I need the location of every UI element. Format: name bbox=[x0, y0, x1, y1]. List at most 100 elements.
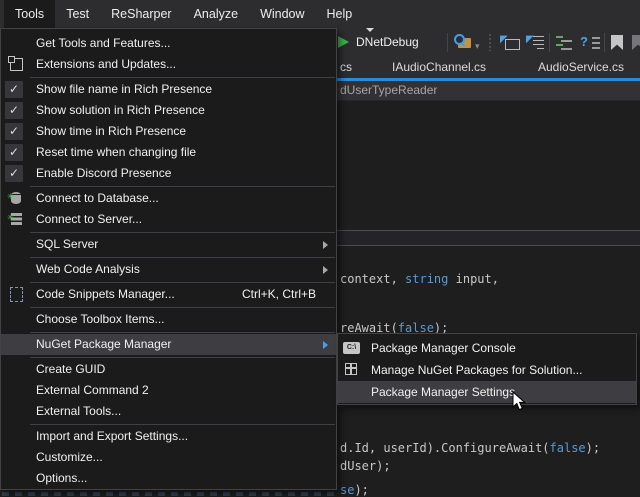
menu-separator bbox=[30, 307, 335, 308]
toolbar-grip[interactable] bbox=[489, 34, 491, 51]
menu-item-label: Connect to Server... bbox=[36, 212, 142, 226]
menu-item-manage-nuget-packages-for-solution[interactable]: Manage NuGet Packages for Solution... bbox=[338, 359, 636, 381]
menu-item-sql-server[interactable]: SQL Server bbox=[1, 234, 336, 255]
menu-item-nuget-package-manager[interactable]: NuGet Package Manager bbox=[1, 334, 336, 355]
package-icon bbox=[345, 363, 357, 375]
menu-item-label: Import and Export Settings... bbox=[36, 429, 188, 443]
menu-item-label: External Command 2 bbox=[36, 383, 149, 397]
code-line: dUser); bbox=[340, 459, 391, 474]
toolbar-separator bbox=[604, 33, 605, 52]
menu-item-label: Enable Discord Presence bbox=[36, 166, 171, 180]
bookmark-next-icon[interactable] bbox=[632, 35, 640, 50]
menu-separator bbox=[30, 257, 335, 258]
visual-studio-window: ToolsTestReSharperAnalyzeWindowHelp DNet… bbox=[0, 0, 640, 497]
database-icon bbox=[11, 192, 21, 204]
tab-audioservice-cs[interactable]: AudioService.cs bbox=[538, 57, 624, 78]
menu-item-external-tools[interactable]: External Tools... bbox=[1, 401, 336, 422]
menu-item-package-manager-settings[interactable]: Package Manager Settings bbox=[338, 381, 636, 403]
menu-item-show-solution-in-rich-presence[interactable]: Show solution in Rich Presence ✓ bbox=[1, 100, 336, 121]
toolbar-separator bbox=[447, 33, 448, 52]
nuget-package-manager-submenu: Package Manager Console Manage NuGet Pac… bbox=[337, 333, 637, 405]
menu-item-label: Get Tools and Features... bbox=[36, 36, 171, 50]
menu-item-extensions-and-updates[interactable]: Extensions and Updates... bbox=[1, 54, 336, 75]
menu-item-shortcut: Ctrl+K, Ctrl+B bbox=[242, 284, 316, 305]
menu-item-label: Create GUID bbox=[36, 362, 105, 376]
menu-item-show-file-name-in-rich-presence[interactable]: Show file name in Rich Presence ✓ bbox=[1, 79, 336, 100]
menubar-item-resharper[interactable]: ReSharper bbox=[100, 0, 182, 28]
menu-item-label: Package Manager Console bbox=[371, 341, 516, 355]
checkmark-icon: ✓ bbox=[5, 81, 23, 98]
find-in-files-icon[interactable] bbox=[454, 34, 474, 51]
clipped-code-line bbox=[2, 492, 334, 496]
submenu-arrow-icon bbox=[323, 266, 328, 274]
menu-separator bbox=[30, 77, 335, 78]
menu-item-label: Package Manager Settings bbox=[371, 385, 515, 399]
menu-item-label: Code Snippets Manager... bbox=[36, 287, 175, 301]
menu-item-label: Reset time when changing file bbox=[36, 145, 196, 159]
menu-separator bbox=[30, 357, 335, 358]
format-indent-icon[interactable] bbox=[556, 36, 572, 49]
menubar-item-analyze[interactable]: Analyze bbox=[183, 0, 249, 28]
toolbar-separator bbox=[549, 33, 550, 52]
start-debug-icon[interactable] bbox=[338, 36, 349, 48]
menu-item-web-code-analysis[interactable]: Web Code Analysis bbox=[1, 259, 336, 280]
menu-item-label: Customize... bbox=[36, 450, 103, 464]
menu-item-reset-time-when-changing-file[interactable]: Reset time when changing file ✓ bbox=[1, 142, 336, 163]
menubar: ToolsTestReSharperAnalyzeWindowHelp bbox=[0, 0, 640, 28]
menubar-item-help[interactable]: Help bbox=[316, 0, 364, 28]
menu-separator bbox=[30, 232, 335, 233]
menu-item-label: Manage NuGet Packages for Solution... bbox=[371, 363, 582, 377]
run-configuration-label: DNetDebug bbox=[356, 28, 419, 57]
snippets-icon bbox=[10, 287, 23, 302]
menu-item-label: Options... bbox=[36, 471, 87, 485]
mouse-cursor bbox=[512, 391, 528, 413]
menu-item-label: External Tools... bbox=[36, 404, 121, 418]
menu-item-import-and-export-settings[interactable]: Import and Export Settings... bbox=[1, 426, 336, 447]
code-line: se); bbox=[340, 483, 369, 497]
checkmark-icon: ✓ bbox=[5, 165, 23, 182]
code-line: context, string input, bbox=[340, 272, 499, 287]
menu-item-label: Show time in Rich Presence bbox=[36, 124, 186, 138]
menubar-item-test[interactable]: Test bbox=[55, 0, 100, 28]
checkmark-icon: ✓ bbox=[5, 144, 23, 161]
navigate-back-icon[interactable]: ◤ bbox=[500, 35, 520, 50]
menu-item-enable-discord-presence[interactable]: Enable Discord Presence ✓ bbox=[1, 163, 336, 184]
menu-separator bbox=[30, 424, 335, 425]
menu-separator bbox=[30, 332, 335, 333]
toolbar-overflow-caret[interactable]: ▾ bbox=[475, 41, 480, 52]
menu-item-code-snippets-manager[interactable]: Code Snippets Manager... Ctrl+K, Ctrl+B bbox=[1, 284, 336, 305]
submenu-arrow-icon bbox=[323, 241, 328, 249]
clone-code-icon[interactable]: ◤ bbox=[526, 34, 544, 51]
menu-item-create-guid[interactable]: Create GUID bbox=[1, 359, 336, 380]
menu-item-label: Connect to Database... bbox=[36, 191, 159, 205]
menu-item-label: Show file name in Rich Presence bbox=[36, 82, 212, 96]
menu-item-choose-toolbox-items[interactable]: Choose Toolbox Items... bbox=[1, 309, 336, 330]
extensions-icon bbox=[10, 58, 23, 71]
comment-lines-icon[interactable]: ? bbox=[580, 34, 600, 51]
menu-item-options[interactable]: Options... bbox=[1, 468, 336, 489]
server-icon bbox=[11, 213, 22, 225]
menubar-item-window[interactable]: Window bbox=[249, 0, 315, 28]
tab-iaudiochannel-cs[interactable]: IAudioChannel.cs bbox=[392, 57, 486, 78]
menu-item-label: Extensions and Updates... bbox=[36, 57, 176, 71]
menu-separator bbox=[30, 186, 335, 187]
menu-item-show-time-in-rich-presence[interactable]: Show time in Rich Presence ✓ bbox=[1, 121, 336, 142]
menu-item-get-tools-and-features[interactable]: Get Tools and Features... bbox=[1, 33, 336, 54]
menu-item-connect-to-server[interactable]: Connect to Server... bbox=[1, 209, 336, 230]
bookmark-icon[interactable] bbox=[611, 35, 623, 50]
menu-item-label: Web Code Analysis bbox=[36, 262, 140, 276]
menubar-item-tools[interactable]: Tools bbox=[4, 0, 55, 28]
submenu-arrow-icon bbox=[323, 341, 328, 349]
checkmark-icon: ✓ bbox=[5, 123, 23, 140]
console-icon bbox=[343, 342, 360, 354]
tools-menu: Get Tools and Features... Extensions and… bbox=[0, 28, 337, 490]
menu-item-label: SQL Server bbox=[36, 237, 98, 251]
menu-item-customize[interactable]: Customize... bbox=[1, 447, 336, 468]
menu-item-connect-to-database[interactable]: Connect to Database... bbox=[1, 188, 336, 209]
tab-cs[interactable]: cs bbox=[340, 57, 352, 78]
menu-item-external-command-2[interactable]: External Command 2 bbox=[1, 380, 336, 401]
navigation-bar-type: dUserTypeReader bbox=[340, 81, 437, 100]
menu-item-label: Choose Toolbox Items... bbox=[36, 312, 165, 326]
checkmark-icon: ✓ bbox=[5, 102, 23, 119]
menu-item-package-manager-console[interactable]: Package Manager Console bbox=[338, 337, 636, 359]
